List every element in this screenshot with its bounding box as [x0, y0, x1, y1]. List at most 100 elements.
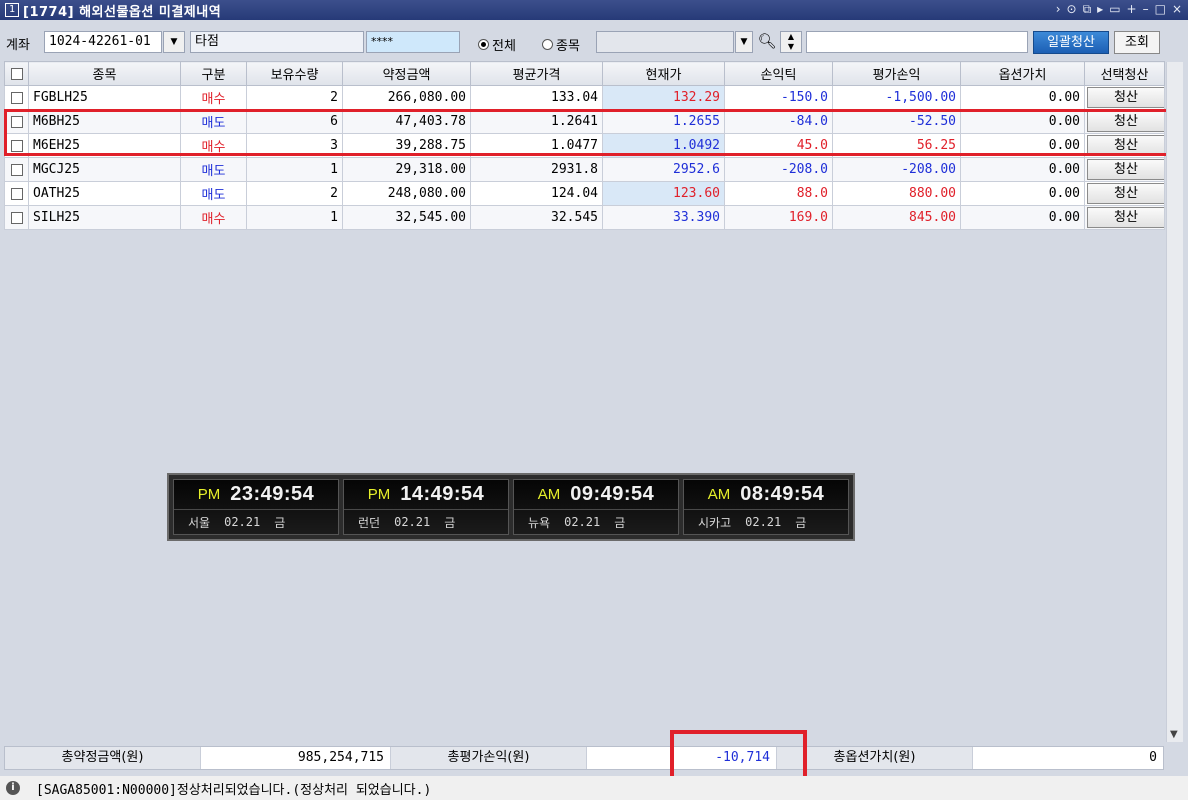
row-checkbox[interactable]	[10, 91, 23, 104]
clock-time: 23:49:54	[230, 483, 315, 506]
world-clock: PM 14:49:54 런던 02.21 금	[343, 479, 509, 535]
close-position-button[interactable]: 청산	[1087, 87, 1164, 108]
cell-close: 청산	[1084, 157, 1165, 182]
window-title: [1774] 해외선물옵션 미결제내역	[23, 4, 222, 20]
arrow-icon[interactable]: ›	[1056, 2, 1061, 17]
account-dropdown-button[interactable]: ▼	[163, 31, 185, 53]
bulk-close-button[interactable]: 일괄청산	[1033, 31, 1109, 54]
clock-date-row: 뉴욕 02.21 금	[514, 510, 678, 534]
clock-day: 금	[444, 515, 456, 530]
total-pnl-label: 총평가손익(원)	[391, 747, 587, 769]
maximize-icon[interactable]: □	[1155, 2, 1166, 17]
info-icon: i	[6, 781, 20, 795]
item-code-dropdown-button[interactable]: ▼	[735, 31, 753, 53]
table-row[interactable]: MGCJ25 매도 1 29,318.00 2931.8 2952.6 -208.0 -208…	[4, 157, 1165, 182]
radio-item-dot[interactable]	[542, 39, 553, 50]
row-checkbox-cell[interactable]	[4, 181, 29, 206]
select-all-checkbox[interactable]	[10, 67, 23, 80]
clock-day: 금	[795, 515, 807, 530]
cell-code: OATH25	[28, 181, 181, 206]
row-checkbox[interactable]	[10, 163, 23, 176]
header-contract-amount[interactable]: 약정금액	[342, 61, 471, 86]
cell-side: 매수	[180, 85, 247, 110]
password-input[interactable]: ****	[366, 31, 460, 53]
table-row[interactable]: SILH25 매수 1 32,545.00 32.545 33.390 169.0 845.0…	[4, 205, 1165, 230]
spin-up-icon: ▲	[787, 32, 795, 41]
radio-all-dot[interactable]	[478, 39, 489, 50]
row-checkbox-cell[interactable]	[4, 205, 29, 230]
cell-qty: 1	[246, 157, 343, 182]
clock-time: 09:49:54	[570, 483, 655, 506]
status-bar: i [SAGA85001:N00000]정상처리되었습니다.(정상처리 되었습니…	[0, 776, 1188, 800]
cell-current-price: 123.60	[602, 181, 725, 206]
cell-option-value: 0.00	[960, 157, 1085, 182]
close-position-button[interactable]: 청산	[1087, 183, 1164, 204]
close-icon[interactable]: ×	[1172, 2, 1182, 17]
query-button[interactable]: 조회	[1114, 31, 1160, 54]
minimize-icon[interactable]: –	[1143, 2, 1149, 17]
link-icon[interactable]: ⊙	[1067, 2, 1077, 17]
window-number: 1	[5, 3, 19, 17]
header-eval-pnl[interactable]: 평가손익	[832, 61, 961, 86]
cell-option-value: 0.00	[960, 85, 1085, 110]
spin-down-icon: ▼	[787, 42, 795, 51]
spin-button[interactable]: ▲ ▼	[780, 31, 802, 53]
search-button[interactable]: 🔍︎	[756, 31, 778, 53]
chevron-down-icon: ▼	[740, 37, 748, 47]
header-code[interactable]: 종목	[28, 61, 181, 86]
radio-item-label: 종목	[556, 39, 580, 54]
world-clock: AM 09:49:54 뉴욕 02.21 금	[513, 479, 679, 535]
clock-day: 금	[614, 515, 626, 530]
total-contract-label: 총약정금액(원)	[5, 747, 201, 769]
header-qty[interactable]: 보유수량	[246, 61, 343, 86]
account-input[interactable]: 1024-42261-01	[44, 31, 162, 53]
search-icon: 🔍︎	[757, 32, 777, 50]
pin-icon[interactable]: ▸	[1097, 2, 1103, 17]
cell-contract-amount: 29,318.00	[342, 157, 471, 182]
total-option-value: 0	[1149, 750, 1157, 765]
cell-option-value: 0.00	[960, 205, 1085, 230]
close-position-button[interactable]: 청산	[1087, 159, 1164, 180]
vertical-scrollbar[interactable]: ▼	[1166, 62, 1183, 742]
header-option-value[interactable]: 옵션가치	[960, 61, 1085, 86]
table-header-row: 종목 구분 보유수량 약정금액 평균가격 현재가 손익틱 평가손익 옵션가치 선…	[4, 61, 1165, 86]
cell-side: 매수	[180, 205, 247, 230]
summary-bar: 총약정금액(원) 985,254,715 총평가손익(원) -10,714 총옵…	[4, 746, 1164, 770]
cell-avg-price: 133.04	[470, 85, 603, 110]
table-row[interactable]: OATH25 매도 2 248,080.00 124.04 123.60 88.0 880.0…	[4, 181, 1165, 206]
clock-time-row: PM 14:49:54	[344, 480, 508, 511]
header-side[interactable]: 구분	[180, 61, 247, 86]
item-code-input[interactable]	[596, 31, 734, 53]
cell-eval-pnl: 845.00	[832, 205, 961, 230]
radio-item[interactable]: 종목	[542, 35, 580, 54]
row-checkbox-cell[interactable]	[4, 157, 29, 182]
header-current-price[interactable]: 현재가	[602, 61, 725, 86]
row-checkbox-cell[interactable]	[4, 85, 29, 110]
clock-ampm: AM	[537, 486, 561, 504]
restore-icon[interactable]: ▭	[1109, 2, 1120, 17]
close-position-button[interactable]: 청산	[1087, 207, 1164, 228]
clock-city: 뉴욕	[528, 515, 551, 530]
clock-date: 02.21	[564, 515, 601, 530]
select-all-checkbox-cell[interactable]	[4, 61, 29, 86]
cell-avg-price: 124.04	[470, 181, 603, 206]
add-icon[interactable]: +	[1127, 2, 1137, 17]
copy-icon[interactable]: ⧉	[1083, 2, 1092, 17]
clock-city: 시카고	[698, 515, 732, 530]
total-contract-value: 985,254,715	[201, 747, 391, 769]
row-checkbox[interactable]	[10, 187, 23, 200]
cell-avg-price: 2931.8	[470, 157, 603, 182]
table-row[interactable]: FGBLH25 매수 2 266,080.00 133.04 132.29 -150.0 -1…	[4, 85, 1165, 110]
radio-all[interactable]: 전체	[478, 35, 516, 54]
world-clock: AM 08:49:54 시카고 02.21 금	[683, 479, 849, 535]
clock-date: 02.21	[745, 515, 782, 530]
header-avg-price[interactable]: 평균가격	[470, 61, 603, 86]
status-message: [SAGA85001:N00000]정상처리되었습니다.(정상처리 되었습니다.…	[36, 782, 432, 798]
row-checkbox[interactable]	[10, 211, 23, 224]
header-pnl-tick[interactable]: 손익틱	[724, 61, 833, 86]
clock-day: 금	[274, 515, 286, 530]
item-name-field	[806, 31, 1028, 53]
cell-eval-pnl: -1,500.00	[832, 85, 961, 110]
header-select-close[interactable]: 선택청산	[1084, 61, 1165, 86]
scroll-down-icon[interactable]: ▼	[1170, 729, 1178, 740]
